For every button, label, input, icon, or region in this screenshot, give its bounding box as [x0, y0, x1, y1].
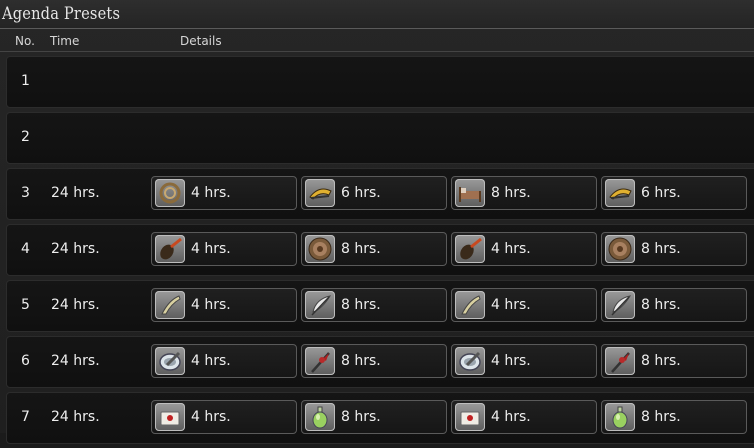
- preset-row[interactable]: 4 24 hrs. 4 hrs. 8 hrs. 4 hrs. 8 hrs.: [6, 224, 754, 276]
- mortar-pestle-icon: [155, 347, 185, 375]
- column-header-details: Details: [180, 34, 222, 48]
- column-header-time: Time: [50, 34, 80, 48]
- preset-time: 24 hrs.: [51, 409, 100, 425]
- slot-hours: 6 hrs.: [341, 185, 381, 201]
- envelope-icon: [455, 403, 485, 431]
- slot-hours: 8 hrs.: [641, 409, 681, 425]
- envelope-icon: [155, 403, 185, 431]
- agenda-slot[interactable]: 4 hrs.: [151, 288, 297, 322]
- slot-hours: 4 hrs.: [491, 353, 531, 369]
- preset-row[interactable]: 3 24 hrs. 4 hrs. 6 hrs. 8 hrs. 6 hrs.: [6, 168, 754, 220]
- horn-icon: [305, 179, 335, 207]
- agenda-presets-window: Agenda Presets No. Time Details 1 2 3 24 hr…: [0, 0, 754, 444]
- rope-coil-icon: [155, 179, 185, 207]
- potion-bottle-icon: [605, 403, 635, 431]
- slot-hours: 8 hrs.: [341, 353, 381, 369]
- column-header-no: No.: [15, 34, 35, 48]
- slot-hours: 4 hrs.: [191, 297, 231, 313]
- round-shield-icon: [305, 235, 335, 263]
- agenda-slot[interactable]: 4 hrs.: [451, 400, 597, 434]
- agenda-slot[interactable]: 8 hrs.: [601, 232, 747, 266]
- preset-number: 7: [21, 409, 30, 425]
- preset-list: 1 2 3 24 hrs. 4 hrs. 6 hrs. 8 hrs. 6 hrs. 4 24 hr…: [6, 56, 754, 448]
- agenda-slot[interactable]: 4 hrs.: [451, 344, 597, 378]
- slot-hours: 4 hrs.: [491, 297, 531, 313]
- brush-icon: [455, 235, 485, 263]
- slot-hours: 8 hrs.: [341, 409, 381, 425]
- preset-number: 3: [21, 185, 30, 201]
- agenda-slot[interactable]: 4 hrs.: [451, 288, 597, 322]
- slot-hours: 6 hrs.: [641, 185, 681, 201]
- slot-hours: 4 hrs.: [191, 185, 231, 201]
- slot-hours: 8 hrs.: [641, 241, 681, 257]
- preset-time: 24 hrs.: [51, 185, 100, 201]
- bed-icon: [455, 179, 485, 207]
- preset-time: 24 hrs.: [51, 353, 100, 369]
- slot-hours: 8 hrs.: [341, 297, 381, 313]
- agenda-slot[interactable]: 8 hrs.: [301, 232, 447, 266]
- fang-icon: [155, 291, 185, 319]
- fang-icon: [455, 291, 485, 319]
- spear-icon: [305, 347, 335, 375]
- agenda-slot[interactable]: 8 hrs.: [301, 400, 447, 434]
- agenda-slot[interactable]: 6 hrs.: [601, 176, 747, 210]
- preset-number: 5: [21, 297, 30, 313]
- slot-hours: 4 hrs.: [491, 241, 531, 257]
- agenda-slot[interactable]: 8 hrs.: [451, 176, 597, 210]
- preset-row[interactable]: 1: [6, 56, 754, 108]
- round-shield-icon: [605, 235, 635, 263]
- preset-row[interactable]: 5 24 hrs. 4 hrs. 8 hrs. 4 hrs. 8 hrs.: [6, 280, 754, 332]
- preset-row[interactable]: 7 24 hrs. 4 hrs. 8 hrs. 4 hrs. 8 hrs.: [6, 392, 754, 444]
- horn-icon: [605, 179, 635, 207]
- agenda-slot[interactable]: 8 hrs.: [601, 344, 747, 378]
- agenda-slot[interactable]: 4 hrs.: [151, 400, 297, 434]
- preset-time: 24 hrs.: [51, 241, 100, 257]
- slot-hours: 4 hrs.: [491, 409, 531, 425]
- slot-hours: 8 hrs.: [341, 241, 381, 257]
- potion-bottle-icon: [305, 403, 335, 431]
- agenda-slot[interactable]: 8 hrs.: [301, 344, 447, 378]
- slot-hours: 8 hrs.: [491, 185, 531, 201]
- spear-icon: [605, 347, 635, 375]
- column-headers: No. Time Details: [0, 29, 754, 52]
- agenda-slot[interactable]: 8 hrs.: [601, 400, 747, 434]
- preset-row[interactable]: 2: [6, 112, 754, 164]
- agenda-slot[interactable]: 8 hrs.: [601, 288, 747, 322]
- preset-number: 2: [21, 129, 30, 145]
- window-title: Agenda Presets: [2, 4, 121, 24]
- slot-hours: 8 hrs.: [641, 297, 681, 313]
- mortar-pestle-icon: [455, 347, 485, 375]
- agenda-slot[interactable]: 4 hrs.: [451, 232, 597, 266]
- agenda-slot[interactable]: 8 hrs.: [301, 288, 447, 322]
- feather-icon: [305, 291, 335, 319]
- slot-hours: 4 hrs.: [191, 409, 231, 425]
- feather-icon: [605, 291, 635, 319]
- preset-number: 4: [21, 241, 30, 257]
- preset-number: 1: [21, 73, 30, 89]
- slot-hours: 4 hrs.: [191, 241, 231, 257]
- slot-hours: 4 hrs.: [191, 353, 231, 369]
- preset-number: 6: [21, 353, 30, 369]
- agenda-slot[interactable]: 4 hrs.: [151, 344, 297, 378]
- agenda-slot[interactable]: 4 hrs.: [151, 176, 297, 210]
- titlebar: Agenda Presets: [0, 0, 754, 29]
- agenda-slot[interactable]: 6 hrs.: [301, 176, 447, 210]
- brush-icon: [155, 235, 185, 263]
- preset-row[interactable]: 6 24 hrs. 4 hrs. 8 hrs. 4 hrs. 8 hrs.: [6, 336, 754, 388]
- slot-hours: 8 hrs.: [641, 353, 681, 369]
- agenda-slot[interactable]: 4 hrs.: [151, 232, 297, 266]
- preset-time: 24 hrs.: [51, 297, 100, 313]
